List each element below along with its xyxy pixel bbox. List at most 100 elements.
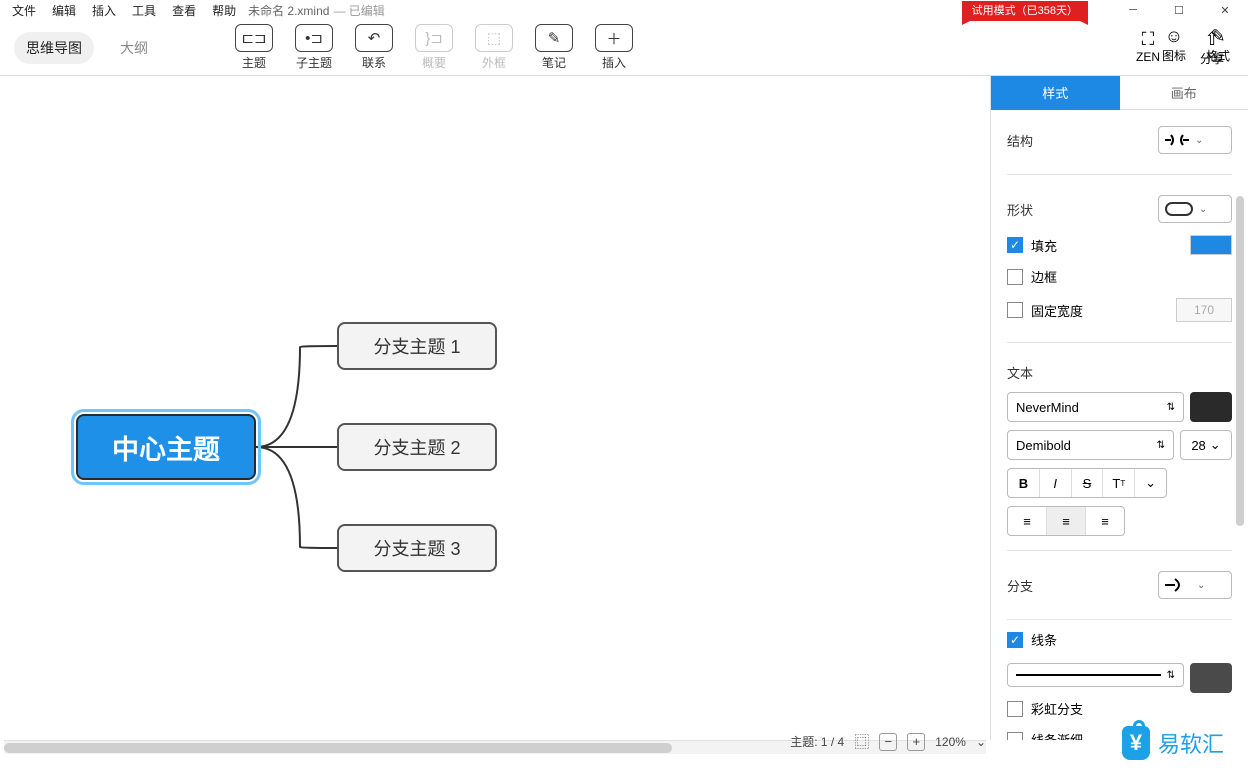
strike-button[interactable]: S: [1072, 469, 1104, 497]
font-family-select[interactable]: NeverMind ⇅: [1007, 392, 1184, 422]
chevron-down-icon: ⌄: [1210, 437, 1221, 453]
format-panel: 样式 画布 结构 ⌄ 形状 ⌄ ✓ 填充 边框: [990, 76, 1248, 740]
trial-mode-badge: 试用模式（已358天）: [962, 1, 1088, 21]
text-color-swatch[interactable]: [1190, 392, 1232, 422]
tab-mindmap[interactable]: 思维导图: [14, 32, 94, 64]
menu-help[interactable]: 帮助: [204, 1, 244, 20]
structure-select[interactable]: ⌄: [1158, 126, 1232, 154]
text-section-label: 文本: [1007, 363, 1033, 382]
tool-summary-label: 概要: [422, 54, 446, 71]
tool-note[interactable]: ✎ 笔记: [530, 24, 578, 71]
zoom-caret[interactable]: ⌄: [976, 735, 986, 749]
watermark-text: 易软汇: [1158, 727, 1224, 759]
fill-checkbox[interactable]: ✓: [1007, 237, 1023, 253]
zoom-level[interactable]: 120%: [935, 735, 966, 749]
rainbow-checkbox[interactable]: [1007, 701, 1023, 717]
line-label: 线条: [1031, 630, 1057, 649]
node-branch-3[interactable]: 分支主题 3: [337, 524, 497, 572]
tool-topic-label: 主题: [242, 54, 266, 71]
brush-icon: ✎: [1206, 25, 1230, 47]
tool-relation[interactable]: ↶ 联系: [350, 24, 398, 71]
text-case-button[interactable]: TT: [1103, 469, 1135, 497]
structure-label: 结构: [1007, 131, 1033, 150]
font-size-select[interactable]: 28 ⌄: [1180, 430, 1232, 460]
tab-outline[interactable]: 大纲: [108, 32, 160, 64]
tool-zen[interactable]: ⛶ ZEN: [1136, 28, 1160, 67]
border-label: 边框: [1031, 267, 1057, 286]
shape-select[interactable]: ⌄: [1158, 195, 1232, 223]
line-checkbox[interactable]: ✓: [1007, 632, 1023, 648]
smiley-icon: ☺: [1162, 25, 1186, 47]
line-style-select[interactable]: ⇅: [1007, 663, 1184, 687]
minimize-button[interactable]: ─: [1110, 0, 1156, 20]
tool-zen-label: ZEN: [1136, 50, 1160, 64]
tool-topic[interactable]: ⊏⊐ 主题: [230, 24, 278, 71]
updown-icon: ⇅: [1167, 670, 1175, 681]
branch-section-label: 分支: [1007, 576, 1033, 595]
note-icon: ✎: [535, 24, 573, 52]
horizontal-scrollbar-thumb[interactable]: [4, 743, 672, 753]
font-size-value: 28: [1191, 438, 1205, 453]
subtopic-icon: •⊐: [295, 24, 333, 52]
panel-tab-style[interactable]: 样式: [991, 76, 1120, 110]
align-center-button[interactable]: ≡: [1047, 507, 1086, 535]
structure-icon: [1165, 131, 1189, 149]
insert-icon: ＋: [595, 24, 633, 52]
bold-button[interactable]: B: [1008, 469, 1040, 497]
node-branch-1[interactable]: 分支主题 1: [337, 322, 497, 370]
menu-edit[interactable]: 编辑: [44, 1, 84, 20]
fill-label: 填充: [1031, 236, 1057, 255]
line-color-swatch[interactable]: [1190, 663, 1232, 693]
italic-button[interactable]: I: [1040, 469, 1072, 497]
align-right-button[interactable]: ≡: [1086, 507, 1124, 535]
menu-insert[interactable]: 插入: [84, 1, 124, 20]
tool-insert[interactable]: ＋ 插入: [590, 24, 638, 71]
align-left-button[interactable]: ≡: [1008, 507, 1047, 535]
branch-style-select[interactable]: ⌄: [1158, 571, 1232, 599]
tool-icons-panel[interactable]: ☺ 图标: [1162, 25, 1186, 64]
shape-label: 形状: [1007, 200, 1033, 219]
text-case-caret[interactable]: ⌄: [1135, 469, 1166, 497]
menu-file[interactable]: 文件: [4, 1, 44, 20]
document-title: 未命名 2.xmind: [248, 2, 329, 19]
tapered-checkbox[interactable]: [1007, 732, 1023, 741]
font-weight-select[interactable]: Demibold ⇅: [1007, 430, 1174, 460]
chevron-down-icon: ⌄: [1195, 135, 1203, 146]
font-weight-value: Demibold: [1016, 438, 1071, 453]
document-status: — 已编辑: [333, 2, 384, 19]
tool-boundary[interactable]: ⬚ 外框: [470, 24, 518, 71]
fixed-width-input[interactable]: [1176, 298, 1232, 322]
panel-tab-canvas[interactable]: 画布: [1120, 76, 1248, 110]
menu-tools[interactable]: 工具: [124, 1, 164, 20]
zoom-in-button[interactable]: +: [907, 733, 925, 751]
updown-icon: ⇅: [1157, 440, 1165, 451]
tapered-label: 线条渐细: [1031, 730, 1083, 740]
tool-summary[interactable]: }⊐ 概要: [410, 24, 458, 71]
fill-color-swatch[interactable]: [1190, 235, 1232, 255]
panel-scrollbar-thumb[interactable]: [1236, 196, 1244, 526]
menu-view[interactable]: 查看: [164, 1, 204, 20]
fixed-width-label: 固定宽度: [1031, 301, 1083, 320]
zoom-out-button[interactable]: −: [879, 733, 897, 751]
panel-scrollbar[interactable]: [1236, 196, 1246, 700]
tool-icons-label: 图标: [1162, 47, 1186, 64]
maximize-button[interactable]: ☐: [1156, 0, 1202, 20]
node-central[interactable]: 中心主题: [76, 414, 256, 480]
tool-format-panel[interactable]: ✎ 格式: [1206, 25, 1230, 64]
tool-insert-label: 插入: [602, 54, 626, 71]
node-branch-2[interactable]: 分支主题 2: [337, 423, 497, 471]
map-icon[interactable]: ⿴: [854, 731, 869, 752]
border-checkbox[interactable]: [1007, 269, 1023, 285]
fixed-width-checkbox[interactable]: [1007, 302, 1023, 318]
canvas[interactable]: 中心主题 分支主题 1 分支主题 2 分支主题 3: [0, 76, 990, 740]
watermark: ¥ 易软汇: [1122, 726, 1224, 760]
zen-icon: ⛶: [1136, 28, 1160, 50]
rounded-rect-icon: [1165, 202, 1193, 216]
boundary-icon: ⬚: [475, 24, 513, 52]
rainbow-label: 彩虹分支: [1031, 699, 1083, 718]
line-preview-icon: [1016, 674, 1161, 676]
tool-subtopic[interactable]: •⊐ 子主题: [290, 24, 338, 71]
tool-boundary-label: 外框: [482, 54, 506, 71]
close-button[interactable]: ✕: [1202, 0, 1248, 20]
toolbar: 思维导图 大纲 ⊏⊐ 主题 •⊐ 子主题 ↶ 联系 }⊐ 概要 ⬚ 外框 ✎ 笔…: [0, 20, 1248, 76]
